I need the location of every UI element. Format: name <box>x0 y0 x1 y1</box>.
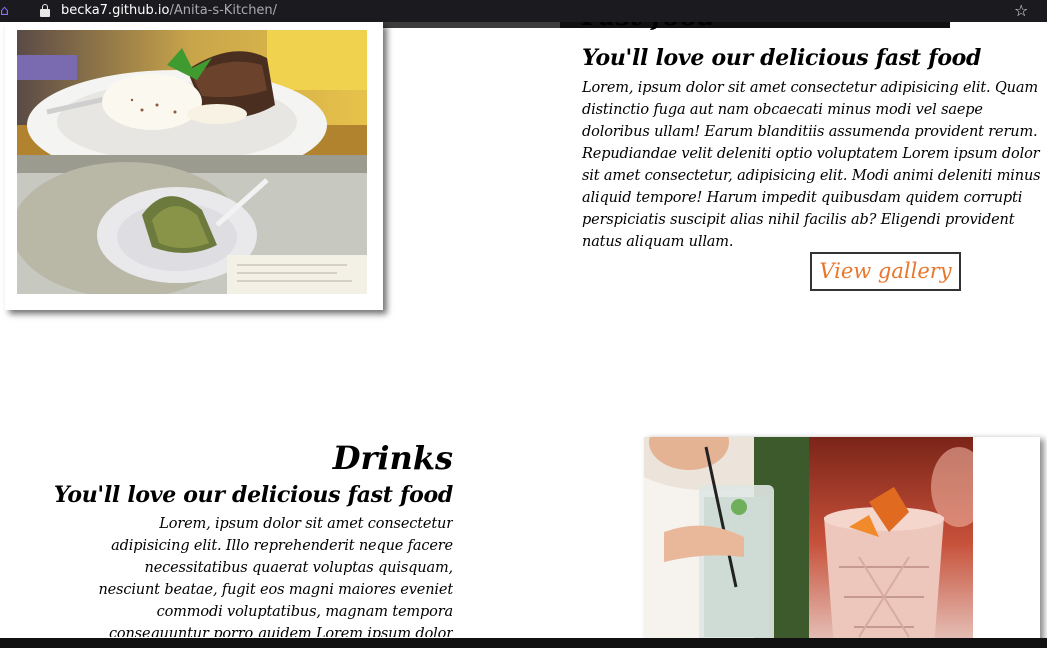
bookmark-star-icon[interactable]: ☆ <box>1014 1 1028 21</box>
browser-address-bar: ⌂ becka7.github.io/Anita-s-Kitchen/ ☆ <box>0 0 1047 22</box>
fast-food-subtitle: You'll love our delicious fast food <box>582 45 982 71</box>
url-path: /Anita-s-Kitchen/ <box>169 3 278 18</box>
fast-food-description: Lorem, ipsum dolor sit amet consectetur … <box>582 80 1041 250</box>
fast-food-photo-card <box>5 22 383 310</box>
person-drinking-photo <box>644 437 809 648</box>
orange-cocktail-photo <box>809 437 973 648</box>
home-icon[interactable]: ⌂ <box>0 3 14 19</box>
matcha-cake-photo <box>17 155 367 294</box>
lock-icon[interactable] <box>40 4 50 17</box>
drinks-description: Lorem, ipsum dolor sit amet consectetur … <box>98 516 453 637</box>
drinks-subtitle: You'll love our delicious fast food <box>53 482 453 508</box>
view-gallery-button[interactable]: View gallery <box>810 252 961 291</box>
url-host: becka7.github.io <box>61 3 170 18</box>
chocolate-cake-photo <box>17 30 367 155</box>
drinks-title: Drinks <box>332 439 453 477</box>
url-field[interactable]: becka7.github.io/Anita-s-Kitchen/ <box>61 2 277 20</box>
bottom-dark-bar <box>0 638 1047 648</box>
drinks-photo-card <box>644 437 1040 648</box>
